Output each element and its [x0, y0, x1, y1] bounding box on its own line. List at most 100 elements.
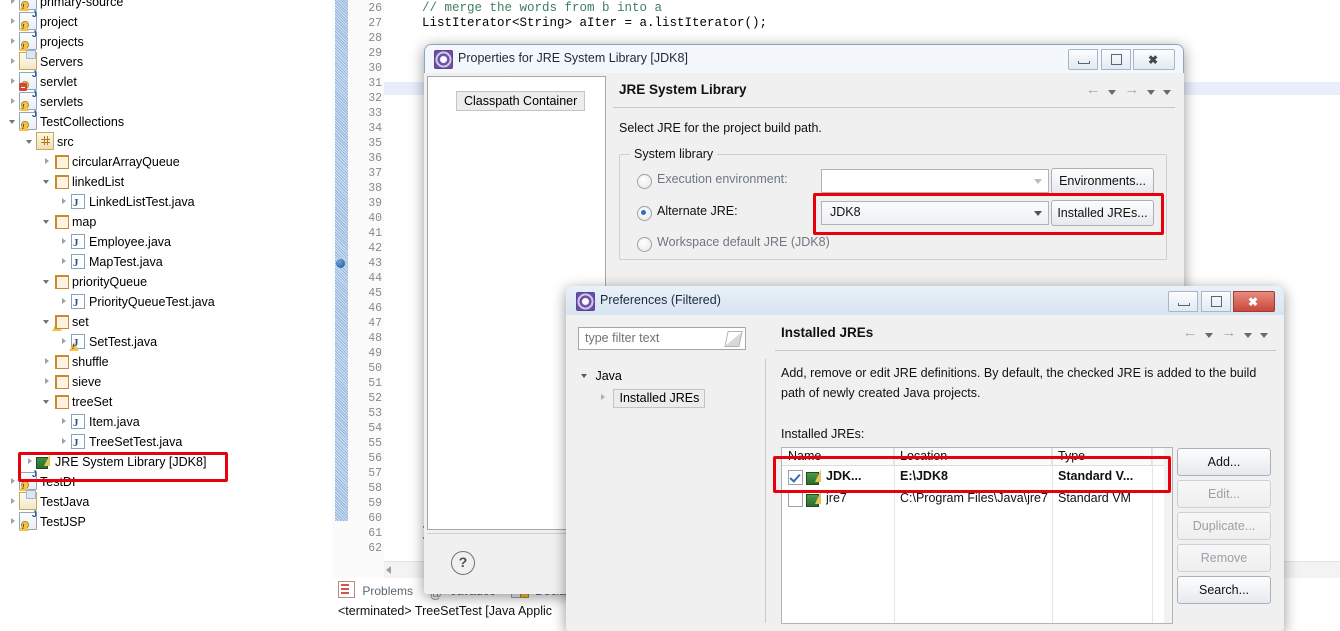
pref-tree-item-installed-jres[interactable]: Installed JREs [598, 389, 706, 408]
preferences-nav-panel[interactable]: type filter text Java Installed JREs [570, 319, 770, 627]
back-dropdown-icon[interactable] [1107, 88, 1116, 96]
duplicate-button[interactable]: Duplicate... [1177, 512, 1271, 540]
table-row[interactable]: jre7 C:\Program Files\Java\jre7 Standard… [782, 488, 1172, 509]
column-header-name[interactable]: Name [782, 448, 894, 465]
tree-item-sieve[interactable]: sieve [0, 372, 322, 392]
remove-button[interactable]: Remove [1177, 544, 1271, 572]
minimize-icon[interactable] [1168, 291, 1199, 312]
chevron-right-icon[interactable] [8, 92, 19, 112]
tree-item-treeset[interactable]: treeSet [0, 392, 322, 412]
add-button[interactable]: Add... [1177, 448, 1271, 476]
execution-environment-combo[interactable] [821, 169, 1049, 193]
help-question-icon[interactable]: ? [451, 551, 475, 575]
editor-gutter[interactable]: 26 27 28 29 30 31 32 33 34 35 36 37 38 39 40 41 42 43 44 45… [332, 0, 384, 578]
tree-item-priorityqueue[interactable]: priorityQueue [0, 272, 322, 292]
chevron-right-icon[interactable] [59, 412, 70, 432]
chevron-right-icon[interactable] [8, 72, 19, 92]
chevron-right-icon[interactable] [42, 372, 53, 392]
project-tree[interactable]: primary-source project projects Servers serv… [0, 0, 322, 532]
tree-item-project[interactable]: project [0, 10, 322, 32]
alternate-jre-combo[interactable]: JDK8 [821, 201, 1049, 225]
tree-item-servlet[interactable]: servlet [0, 70, 322, 92]
chevron-down-icon[interactable] [42, 172, 53, 192]
row-checkbox[interactable] [788, 470, 803, 485]
row-checkbox[interactable] [788, 492, 803, 507]
chevron-down-icon[interactable] [42, 272, 53, 292]
chevron-right-icon[interactable] [59, 232, 70, 252]
chevron-right-icon[interactable] [59, 192, 70, 212]
forward-arrow-icon[interactable] [1124, 81, 1139, 98]
tree-item-testjava[interactable]: TestJava [0, 490, 322, 512]
back-arrow-icon[interactable] [1183, 324, 1198, 341]
column-header-location[interactable]: Location [894, 448, 1052, 465]
tree-item-linkedlist[interactable]: linkedList [0, 172, 322, 192]
preferences-dialog-titlebar[interactable]: Preferences (Filtered) ✖ [566, 286, 1284, 315]
chevron-right-icon[interactable] [8, 0, 19, 12]
tab-problems[interactable]: Problems [338, 580, 413, 602]
tree-item-jre-system-library-jdk8[interactable]: JRE System Library [JDK8] [0, 452, 322, 472]
chevron-right-icon[interactable] [59, 432, 70, 452]
tree-item-projects[interactable]: projects [0, 30, 322, 52]
chevron-right-icon[interactable] [8, 512, 19, 532]
forward-dropdown-icon[interactable] [1243, 331, 1252, 339]
tree-item-settest-java[interactable]: SetTest.java [0, 332, 322, 353]
table-row[interactable]: JDK... E:\JDK8 Standard V... [782, 466, 1172, 487]
environments-button[interactable]: Environments... [1051, 168, 1154, 194]
installed-jres-button[interactable]: Installed JREs... [1051, 200, 1154, 226]
tree-item-employee-java[interactable]: Employee.java [0, 232, 322, 253]
chevron-down-icon[interactable] [580, 367, 592, 385]
chevron-right-icon[interactable] [8, 32, 19, 52]
tree-item-primary-source[interactable]: primary-source [0, 0, 322, 12]
page-nav-icons[interactable] [1178, 324, 1268, 345]
back-arrow-icon[interactable] [1086, 81, 1101, 98]
tree-item-priorityqueuetest-java[interactable]: PriorityQueueTest.java [0, 292, 322, 313]
search-button[interactable]: Search... [1177, 576, 1271, 604]
chevron-right-icon[interactable] [598, 389, 610, 407]
tree-item-testjsp[interactable]: TestJSP [0, 510, 322, 532]
tree-item-item-java[interactable]: Item.java [0, 412, 322, 433]
package-explorer-panel[interactable]: primary-source project projects Servers serv… [0, 0, 332, 625]
tree-item-shuffle[interactable]: shuffle [0, 352, 322, 372]
breakpoint-marker-icon[interactable] [336, 259, 345, 268]
table-vertical-scrollbar[interactable] [1164, 448, 1172, 623]
page-nav-icons[interactable] [1081, 81, 1171, 102]
page-menu-icon[interactable] [1163, 88, 1171, 96]
preferences-dialog[interactable]: Preferences (Filtered) ✖ type filter tex… [566, 286, 1284, 631]
tree-item-src[interactable]: src [0, 132, 322, 152]
chevron-right-icon[interactable] [8, 12, 19, 32]
close-icon[interactable]: ✖ [1133, 49, 1175, 70]
page-menu-icon[interactable] [1260, 331, 1268, 339]
eraser-icon[interactable] [724, 331, 743, 347]
chevron-down-icon[interactable] [42, 392, 53, 412]
radio-execution-environment[interactable] [637, 174, 652, 189]
preferences-tree[interactable]: Java Installed JREs [574, 359, 766, 623]
tree-item-circulararrayqueue[interactable]: circularArrayQueue [0, 152, 322, 172]
tree-item-maptest-java[interactable]: MapTest.java [0, 252, 322, 273]
tree-item-servlets[interactable]: servlets [0, 90, 322, 112]
forward-dropdown-icon[interactable] [1146, 88, 1155, 96]
chevron-right-icon[interactable] [8, 492, 19, 512]
tree-item-linkedlisttest-java[interactable]: LinkedListTest.java [0, 192, 322, 213]
tree-item-testcollections[interactable]: TestCollections [0, 110, 322, 132]
forward-arrow-icon[interactable] [1221, 324, 1236, 341]
properties-dialog-titlebar[interactable]: Properties for JRE System Library [JDK8]… [424, 44, 1184, 73]
tree-item-set[interactable]: set [0, 312, 322, 332]
tree-item-servers[interactable]: Servers [0, 50, 322, 72]
back-dropdown-icon[interactable] [1204, 331, 1213, 339]
filter-input-wrapper[interactable]: type filter text [578, 327, 746, 350]
maximize-icon[interactable] [1100, 49, 1131, 70]
tree-item-treesettest-java[interactable]: TreeSetTest.java [0, 432, 322, 453]
radio-workspace-default-jre[interactable] [637, 237, 652, 252]
radio-alternate-jre[interactable] [637, 206, 652, 221]
nav-item-classpath-container[interactable]: Classpath Container [456, 91, 586, 111]
chevron-right-icon[interactable] [8, 472, 19, 492]
close-icon[interactable]: ✖ [1233, 291, 1275, 312]
column-header-type[interactable]: Type [1052, 448, 1152, 465]
chevron-down-icon[interactable] [42, 212, 53, 232]
chevron-right-icon[interactable] [42, 152, 53, 172]
maximize-icon[interactable] [1200, 291, 1231, 312]
chevron-down-icon[interactable] [25, 132, 36, 152]
chevron-down-icon[interactable] [8, 112, 19, 132]
chevron-right-icon[interactable] [8, 52, 19, 72]
minimize-icon[interactable] [1068, 49, 1099, 70]
